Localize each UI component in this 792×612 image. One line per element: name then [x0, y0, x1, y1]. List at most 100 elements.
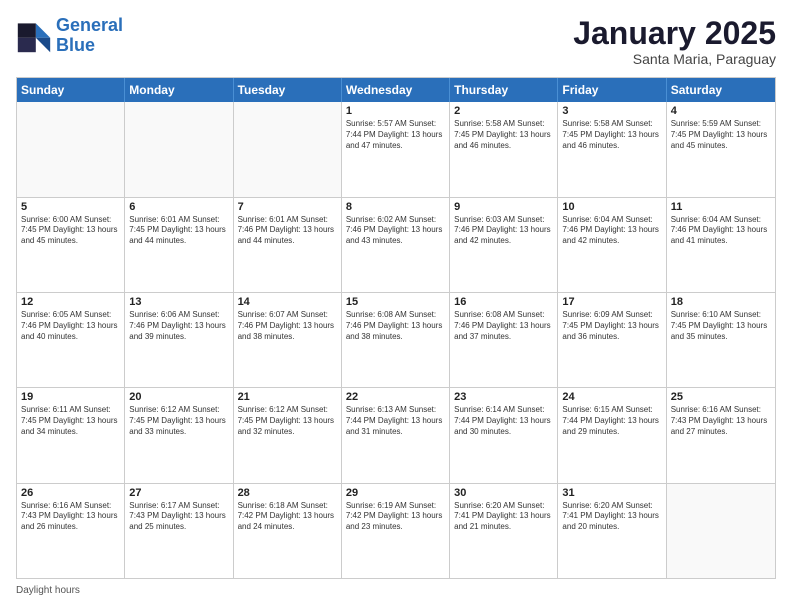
- day-cell-13: 13Sunrise: 6:06 AM Sunset: 7:46 PM Dayli…: [125, 293, 233, 387]
- day-cell-23: 23Sunrise: 6:14 AM Sunset: 7:44 PM Dayli…: [450, 388, 558, 482]
- day-text: Sunrise: 6:04 AM Sunset: 7:46 PM Dayligh…: [562, 215, 661, 247]
- day-cell-6: 6Sunrise: 6:01 AM Sunset: 7:45 PM Daylig…: [125, 198, 233, 292]
- day-text: Sunrise: 6:14 AM Sunset: 7:44 PM Dayligh…: [454, 405, 553, 437]
- day-number: 5: [21, 201, 120, 213]
- day-cell-28: 28Sunrise: 6:18 AM Sunset: 7:42 PM Dayli…: [234, 484, 342, 578]
- calendar-body: 1 Sunrise: 5:57 AM Sunset: 7:44 PM Daylig…: [17, 102, 775, 578]
- empty-cell: [125, 102, 233, 196]
- day-cell-5: 5 Sunrise: 6:00 AM Sunset: 7:45 PM Daylig…: [17, 198, 125, 292]
- day-text: Sunrise: 5:58 AM Sunset: 7:45 PM Dayligh…: [454, 119, 553, 151]
- day-cell-9: 9Sunrise: 6:03 AM Sunset: 7:46 PM Daylig…: [450, 198, 558, 292]
- day-number: 7: [238, 201, 337, 213]
- day-number: 26: [21, 487, 120, 499]
- day-number: 22: [346, 391, 445, 403]
- footer-note: Daylight hours: [16, 585, 776, 596]
- day-number: 2: [454, 105, 553, 117]
- day-text: Sunrise: 6:13 AM Sunset: 7:44 PM Dayligh…: [346, 405, 445, 437]
- day-text: Sunrise: 6:07 AM Sunset: 7:46 PM Dayligh…: [238, 310, 337, 342]
- day-text: Sunrise: 6:06 AM Sunset: 7:46 PM Dayligh…: [129, 310, 228, 342]
- day-number: 30: [454, 487, 553, 499]
- header: General Blue January 2025 Santa Maria, P…: [16, 16, 776, 67]
- logo-line1: General: [56, 15, 123, 35]
- calendar-row-1: 1 Sunrise: 5:57 AM Sunset: 7:44 PM Daylig…: [17, 102, 775, 196]
- day-text: Sunrise: 6:02 AM Sunset: 7:46 PM Dayligh…: [346, 215, 445, 247]
- day-header-thursday: Thursday: [450, 78, 558, 102]
- day-cell-11: 11 Sunrise: 6:04 AM Sunset: 7:46 PM Dayli…: [667, 198, 775, 292]
- day-number: 1: [346, 105, 445, 117]
- day-cell-21: 21 Sunrise: 6:12 AM Sunset: 7:45 PM Dayli…: [234, 388, 342, 482]
- day-number: 31: [562, 487, 661, 499]
- calendar-row-2: 5 Sunrise: 6:00 AM Sunset: 7:45 PM Daylig…: [17, 197, 775, 292]
- day-cell-17: 17 Sunrise: 6:09 AM Sunset: 7:45 PM Dayli…: [558, 293, 666, 387]
- logo-icon: [16, 18, 52, 54]
- day-number: 14: [238, 296, 337, 308]
- day-text: Sunrise: 5:57 AM Sunset: 7:44 PM Dayligh…: [346, 119, 445, 151]
- day-cell-7: 7 Sunrise: 6:01 AM Sunset: 7:46 PM Daylig…: [234, 198, 342, 292]
- day-cell-29: 29 Sunrise: 6:19 AM Sunset: 7:42 PM Dayli…: [342, 484, 450, 578]
- day-number: 11: [671, 201, 771, 213]
- day-number: 29: [346, 487, 445, 499]
- day-cell-8: 8Sunrise: 6:02 AM Sunset: 7:46 PM Daylig…: [342, 198, 450, 292]
- day-number: 3: [562, 105, 661, 117]
- day-number: 6: [129, 201, 228, 213]
- month-title: January 2025: [573, 16, 776, 51]
- day-text: Sunrise: 6:10 AM Sunset: 7:45 PM Dayligh…: [671, 310, 771, 342]
- day-text: Sunrise: 6:18 AM Sunset: 7:42 PM Dayligh…: [238, 501, 337, 533]
- location-subtitle: Santa Maria, Paraguay: [573, 51, 776, 67]
- day-cell-4: 4 Sunrise: 5:59 AM Sunset: 7:45 PM Daylig…: [667, 102, 775, 196]
- day-cell-16: 16Sunrise: 6:08 AM Sunset: 7:46 PM Dayli…: [450, 293, 558, 387]
- day-number: 20: [129, 391, 228, 403]
- day-header-saturday: Saturday: [667, 78, 775, 102]
- day-text: Sunrise: 6:17 AM Sunset: 7:43 PM Dayligh…: [129, 501, 228, 533]
- day-header-friday: Friday: [558, 78, 666, 102]
- day-cell-24: 24Sunrise: 6:15 AM Sunset: 7:44 PM Dayli…: [558, 388, 666, 482]
- day-number: 19: [21, 391, 120, 403]
- empty-cell: [234, 102, 342, 196]
- day-number: 15: [346, 296, 445, 308]
- day-cell-27: 27 Sunrise: 6:17 AM Sunset: 7:43 PM Dayli…: [125, 484, 233, 578]
- day-text: Sunrise: 6:12 AM Sunset: 7:45 PM Dayligh…: [238, 405, 337, 437]
- day-text: Sunrise: 6:04 AM Sunset: 7:46 PM Dayligh…: [671, 215, 771, 247]
- day-number: 21: [238, 391, 337, 403]
- day-cell-1: 1 Sunrise: 5:57 AM Sunset: 7:44 PM Daylig…: [342, 102, 450, 196]
- day-number: 18: [671, 296, 771, 308]
- day-text: Sunrise: 6:01 AM Sunset: 7:46 PM Dayligh…: [238, 215, 337, 247]
- title-block: January 2025 Santa Maria, Paraguay: [573, 16, 776, 67]
- calendar-header: SundayMondayTuesdayWednesdayThursdayFrid…: [17, 78, 775, 102]
- calendar: SundayMondayTuesdayWednesdayThursdayFrid…: [16, 77, 776, 579]
- day-cell-26: 26 Sunrise: 6:16 AM Sunset: 7:43 PM Dayli…: [17, 484, 125, 578]
- logo-line2: Blue: [56, 35, 95, 55]
- day-cell-18: 18 Sunrise: 6:10 AM Sunset: 7:45 PM Dayli…: [667, 293, 775, 387]
- day-cell-19: 19Sunrise: 6:11 AM Sunset: 7:45 PM Dayli…: [17, 388, 125, 482]
- day-text: Sunrise: 5:59 AM Sunset: 7:45 PM Dayligh…: [671, 119, 771, 151]
- day-text: Sunrise: 5:58 AM Sunset: 7:45 PM Dayligh…: [562, 119, 661, 151]
- calendar-row-5: 26 Sunrise: 6:16 AM Sunset: 7:43 PM Dayli…: [17, 483, 775, 578]
- day-number: 12: [21, 296, 120, 308]
- day-number: 24: [562, 391, 661, 403]
- day-header-wednesday: Wednesday: [342, 78, 450, 102]
- day-cell-3: 3 Sunrise: 5:58 AM Sunset: 7:45 PM Daylig…: [558, 102, 666, 196]
- day-text: Sunrise: 6:09 AM Sunset: 7:45 PM Dayligh…: [562, 310, 661, 342]
- calendar-row-3: 12 Sunrise: 6:05 AM Sunset: 7:46 PM Dayli…: [17, 292, 775, 387]
- day-number: 27: [129, 487, 228, 499]
- day-number: 4: [671, 105, 771, 117]
- day-text: Sunrise: 6:05 AM Sunset: 7:46 PM Dayligh…: [21, 310, 120, 342]
- calendar-row-4: 19Sunrise: 6:11 AM Sunset: 7:45 PM Dayli…: [17, 387, 775, 482]
- empty-cell: [17, 102, 125, 196]
- page: General Blue January 2025 Santa Maria, P…: [0, 0, 792, 612]
- day-cell-12: 12 Sunrise: 6:05 AM Sunset: 7:46 PM Dayli…: [17, 293, 125, 387]
- day-cell-2: 2 Sunrise: 5:58 AM Sunset: 7:45 PM Daylig…: [450, 102, 558, 196]
- footer-note-text: Daylight hours: [16, 585, 80, 596]
- day-cell-22: 22 Sunrise: 6:13 AM Sunset: 7:44 PM Dayli…: [342, 388, 450, 482]
- day-number: 17: [562, 296, 661, 308]
- day-text: Sunrise: 6:19 AM Sunset: 7:42 PM Dayligh…: [346, 501, 445, 533]
- day-text: Sunrise: 6:00 AM Sunset: 7:45 PM Dayligh…: [21, 215, 120, 247]
- day-text: Sunrise: 6:12 AM Sunset: 7:45 PM Dayligh…: [129, 405, 228, 437]
- day-cell-14: 14 Sunrise: 6:07 AM Sunset: 7:46 PM Dayli…: [234, 293, 342, 387]
- day-text: Sunrise: 6:08 AM Sunset: 7:46 PM Dayligh…: [454, 310, 553, 342]
- day-number: 10: [562, 201, 661, 213]
- day-text: Sunrise: 6:16 AM Sunset: 7:43 PM Dayligh…: [21, 501, 120, 533]
- day-text: Sunrise: 6:20 AM Sunset: 7:41 PM Dayligh…: [454, 501, 553, 533]
- day-header-tuesday: Tuesday: [234, 78, 342, 102]
- logo: General Blue: [16, 16, 123, 56]
